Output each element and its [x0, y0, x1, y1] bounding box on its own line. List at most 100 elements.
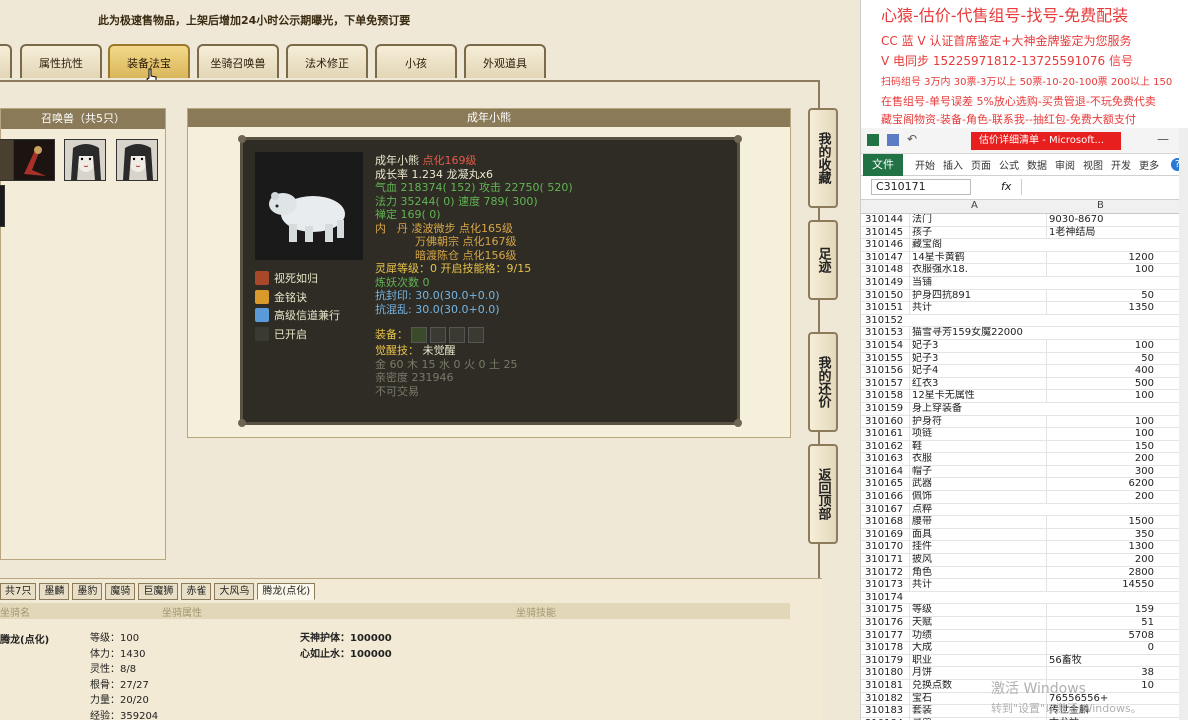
cell-a[interactable]: 护身符	[909, 415, 1045, 429]
cell-a[interactable]: 护身四抗891	[909, 289, 1045, 303]
equip-slot-icon[interactable]	[468, 327, 484, 343]
cell-a[interactable]: 点粹	[909, 503, 1045, 517]
cell-a[interactable]: 项链	[909, 428, 1045, 441]
cell-b[interactable]: 159	[1046, 604, 1158, 617]
pet-thumb[interactable]	[64, 139, 106, 181]
tab-mount[interactable]: 墨豹	[72, 583, 103, 600]
sheet-row[interactable]: 310154 妃子3 100	[861, 339, 1188, 353]
sheet-row[interactable]: 310161 项链 100	[861, 428, 1188, 441]
cell-b[interactable]: 50	[1046, 289, 1158, 303]
equip-slot-icon[interactable]	[449, 327, 465, 343]
cell-a[interactable]: 帽子	[909, 465, 1045, 479]
cell-a[interactable]: 妃子3	[909, 339, 1045, 353]
cell-b[interactable]: 100	[1046, 415, 1158, 429]
tab-home[interactable]: 开始	[915, 157, 935, 172]
tab-mount[interactable]: 墨麟	[39, 583, 70, 600]
equip-slot-icon[interactable]	[411, 327, 427, 343]
equip-slot-icon[interactable]	[430, 327, 446, 343]
sheet-row[interactable]: 310152	[861, 315, 1188, 328]
save-icon[interactable]	[887, 134, 899, 146]
cell-a[interactable]: 藏宝阁	[909, 239, 1045, 252]
cell-a[interactable]: 当铺	[909, 276, 1045, 290]
cell-a[interactable]: 孩子	[909, 226, 1045, 240]
tab-formula[interactable]: 公式	[999, 157, 1019, 172]
sheet-row[interactable]: 310163 衣服 200	[861, 453, 1188, 466]
sheet-row[interactable]: 310179 职业 56畜牧	[861, 654, 1188, 668]
cell-b[interactable]: 100	[1046, 339, 1158, 353]
tab-mount-active[interactable]: 腾龙(点化)	[257, 583, 316, 600]
cell-a[interactable]: 鞋	[909, 440, 1045, 454]
sheet-row[interactable]: 310172 角色 2800	[861, 566, 1188, 580]
cell-a[interactable]: 共计	[909, 579, 1045, 592]
tab-data[interactable]: 数据	[1027, 157, 1047, 172]
cell-a[interactable]: 法门	[909, 214, 1045, 227]
sheet-row[interactable]: 310153 猫雪寻芳159女魔22000	[861, 327, 1188, 340]
tab-mount[interactable]: 魔骑	[105, 583, 136, 600]
cell-b[interactable]: 56畜牧	[1046, 654, 1158, 668]
tab-mount[interactable]: 巨魔狮	[138, 583, 179, 600]
cell-a[interactable]: 等级	[909, 604, 1045, 617]
vertical-scrollbar[interactable]	[1179, 128, 1188, 720]
sheet-row[interactable]: 310173 共计 14550	[861, 579, 1188, 592]
cell-b[interactable]: 1老神结局	[1046, 226, 1158, 240]
cell-a[interactable]: 身上穿装备	[909, 402, 1045, 416]
sheet-row[interactable]: 310146 藏宝阁	[861, 239, 1188, 252]
cell-b[interactable]: 150	[1046, 440, 1158, 454]
pet-thumb[interactable]	[0, 185, 5, 227]
tab-insert[interactable]: 插入	[943, 157, 963, 172]
sheet-row[interactable]: 310178 大成 0	[861, 642, 1188, 655]
cell-b[interactable]: 200	[1046, 491, 1158, 504]
cell-a[interactable]: 衣服强水18.	[909, 264, 1045, 277]
sheet-row[interactable]: 310145 孩子 1老神结局	[861, 226, 1188, 240]
col-a-header[interactable]: A	[971, 200, 978, 211]
tab-more[interactable]: 更多	[1139, 157, 1159, 172]
cell-a[interactable]: 武器	[909, 478, 1045, 492]
cell-a[interactable]: 功绩	[909, 629, 1045, 643]
tab-mount[interactable]: 大风鸟	[214, 583, 255, 600]
cell-b[interactable]: 300	[1046, 465, 1158, 479]
cell-b[interactable]: 5708	[1046, 629, 1158, 643]
minimize-icon[interactable]: —	[1157, 132, 1169, 146]
cell-b[interactable]: 100	[1046, 390, 1158, 403]
cell-a[interactable]: 佩饰	[909, 491, 1045, 504]
back-to-top-button[interactable]: 返回顶部	[808, 444, 838, 544]
cell-b[interactable]: 1200	[1046, 251, 1158, 265]
sheet-row[interactable]: 310150 护身四抗891 50	[861, 289, 1188, 303]
sheet-row[interactable]: 310164 帽子 300	[861, 465, 1188, 479]
undo-icon[interactable]: ↶	[907, 132, 917, 146]
sheet-row[interactable]: 310159 身上穿装备	[861, 402, 1188, 416]
tab-view[interactable]: 视图	[1083, 157, 1103, 172]
cell-a[interactable]: 天赋	[909, 617, 1045, 630]
cell-b[interactable]: 9030-8670	[1046, 214, 1158, 227]
tab-file[interactable]: 文件	[863, 154, 903, 176]
cell-a[interactable]: 面具	[909, 528, 1045, 542]
cell-a[interactable]: 挂件	[909, 541, 1045, 555]
sheet-row[interactable]: 310160 护身符 100	[861, 415, 1188, 429]
pet-thumb[interactable]	[116, 139, 158, 181]
cell-b[interactable]: 100	[1046, 428, 1158, 441]
skill-item[interactable]: 高级信道兼行	[255, 307, 340, 323]
sheet-row[interactable]: 310158 12星卡无属性 100	[861, 390, 1188, 403]
cell-b[interactable]: 51	[1046, 617, 1158, 630]
cell-b[interactable]: 6200	[1046, 478, 1158, 492]
cell-a[interactable]: 妃子3	[909, 352, 1045, 366]
sheet-row[interactable]: 310174	[861, 592, 1188, 605]
cell-a[interactable]: 腰带	[909, 516, 1045, 529]
cell-a[interactable]: 共计	[909, 302, 1045, 315]
cell-b[interactable]: 100	[1046, 264, 1158, 277]
sheet-row[interactable]: 310144 法门 9030-8670	[861, 214, 1188, 227]
cell-b[interactable]: 1500	[1046, 516, 1158, 529]
tab-page[interactable]: 页面	[971, 157, 991, 172]
skill-item[interactable]: 视死如归	[255, 270, 318, 286]
sheet-row[interactable]: 310157 红衣3 500	[861, 377, 1188, 391]
cell-a[interactable]: 红衣3	[909, 377, 1045, 391]
cell-b[interactable]: 1350	[1046, 302, 1158, 315]
sheet-row[interactable]: 310155 妃子3 50	[861, 352, 1188, 366]
skill-item[interactable]: 已开启	[255, 326, 307, 342]
sheet-row[interactable]: 310166 佩饰 200	[861, 491, 1188, 504]
cell-a[interactable]: 职业	[909, 654, 1045, 668]
tab-spell-mod[interactable]: 法术修正	[286, 44, 368, 78]
tab-review[interactable]: 审阅	[1055, 157, 1075, 172]
skill-item[interactable]: 金铭诀	[255, 289, 307, 305]
cell-b[interactable]: 350	[1046, 528, 1158, 542]
